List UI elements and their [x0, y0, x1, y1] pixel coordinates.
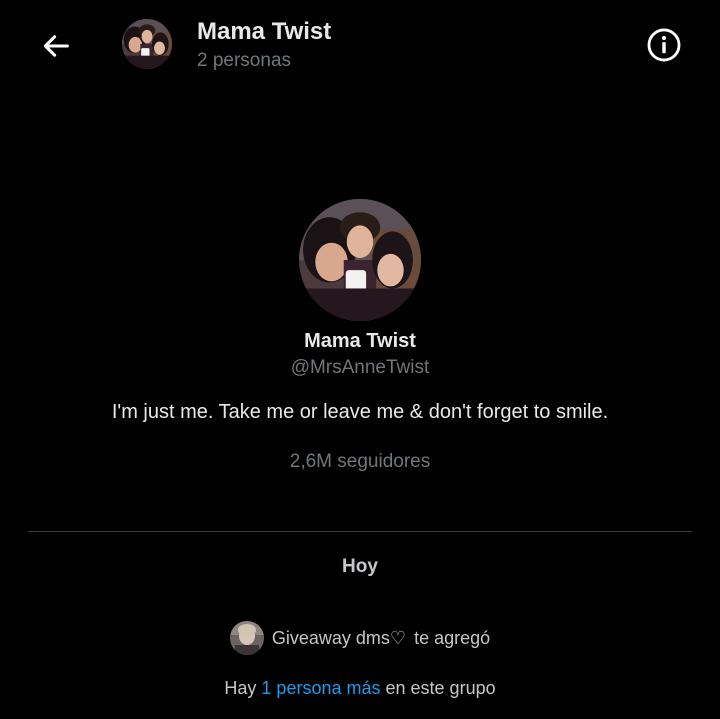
added-to-group-event: Giveaway dms♡ te agregó [0, 620, 720, 656]
conversation-header: Mama Twist 2 personas [0, 0, 720, 90]
info-button[interactable] [644, 25, 684, 65]
actor-photo [229, 621, 264, 655]
info-circle-icon [647, 28, 681, 62]
event-action: te agregó [414, 627, 491, 648]
back-button[interactable] [36, 26, 76, 66]
actor-avatar[interactable] [229, 621, 264, 655]
group-photo [122, 19, 172, 69]
group-note-suffix: en este grupo [385, 678, 496, 698]
group-avatar[interactable] [122, 19, 172, 69]
profile-handle[interactable]: @MrsAnneTwist [0, 357, 720, 379]
event-actor: Giveaway dms♡ [271, 627, 407, 648]
divider [28, 531, 692, 532]
profile-avatar[interactable] [299, 199, 421, 321]
conversation-title: Mama Twist [197, 18, 332, 45]
profile-bio: I'm just me. Take me or leave me & don't… [111, 401, 609, 423]
participant-count: 2 personas [197, 50, 292, 71]
profile-name[interactable]: Mama Twist [0, 330, 720, 353]
group-members-note: Hay 1 persona más en este grupo [0, 678, 720, 699]
arrow-left-icon [43, 35, 69, 57]
more-members-link[interactable]: 1 persona más [261, 678, 380, 698]
group-note-prefix: Hay [224, 678, 257, 698]
follower-count[interactable]: 2,6M seguidores [0, 451, 720, 473]
profile-photo [299, 199, 421, 321]
date-separator: Hoy [342, 556, 378, 577]
